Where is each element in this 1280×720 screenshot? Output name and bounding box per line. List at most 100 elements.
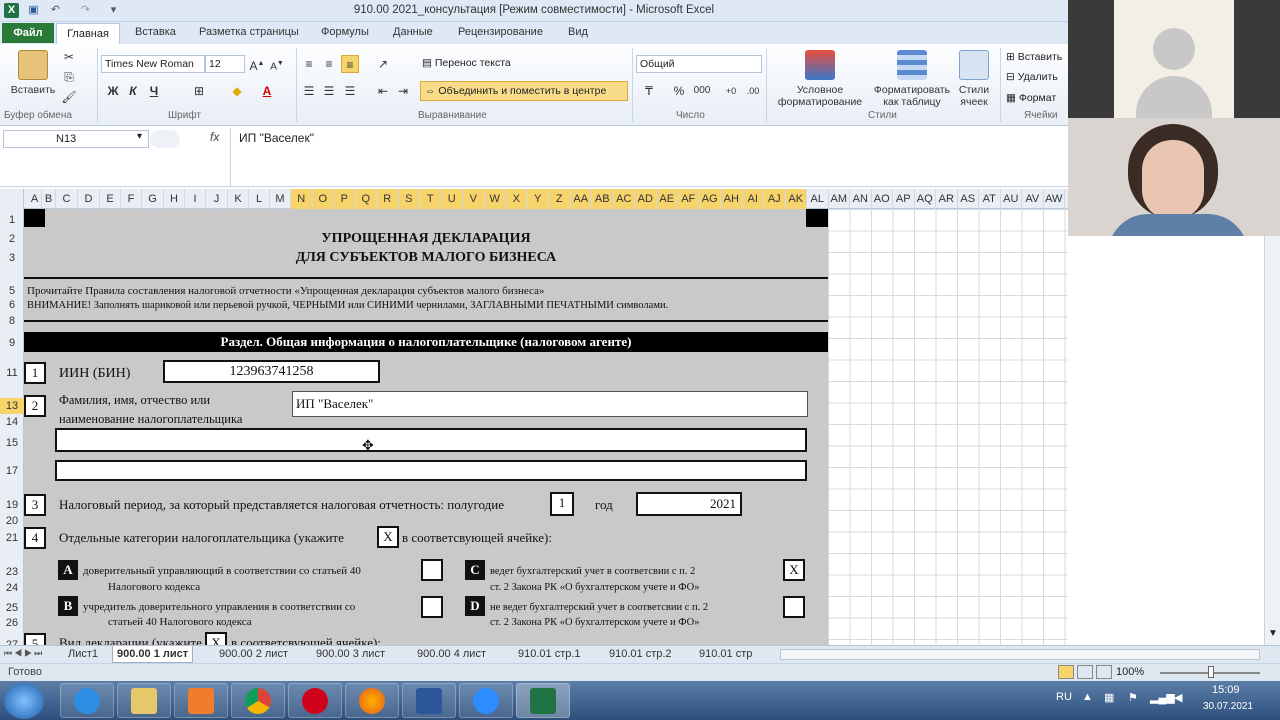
column-header[interactable]: P (334, 189, 356, 209)
insert-cells-button[interactable]: ⊞ Вставить (1006, 51, 1062, 63)
column-header[interactable]: AB (592, 189, 614, 209)
column-header[interactable]: A (28, 189, 42, 209)
vertical-scrollbar[interactable] (1264, 209, 1280, 645)
row-header[interactable]: 13 (0, 398, 24, 414)
signal-icon[interactable]: ▂▄▆ (1150, 691, 1175, 704)
row-header[interactable]: 21 (0, 530, 24, 546)
align-right-icon[interactable]: ☰ (341, 82, 359, 100)
tab-formulas[interactable]: Формулы (321, 26, 369, 38)
column-header[interactable]: AC (613, 189, 635, 209)
shrink-font-icon[interactable]: A▼ (268, 55, 286, 73)
column-header[interactable]: L (249, 189, 270, 209)
column-header[interactable]: AW (1044, 189, 1065, 209)
sheet-tab-active[interactable]: 900.00 1 лист (112, 646, 194, 663)
column-header[interactable]: D (78, 189, 100, 209)
half-year-field[interactable]: 1 (550, 492, 574, 516)
name-box[interactable]: N13 (3, 130, 149, 148)
name-box-dropdown-icon[interactable]: ▾ (137, 131, 142, 142)
category-c-checkbox[interactable]: X (783, 559, 805, 581)
column-header[interactable]: AA (570, 189, 592, 209)
insert-function-button[interactable]: fx (210, 130, 219, 144)
taxpayer-name-field[interactable]: ИП "Васелек" (292, 391, 808, 417)
sheet-tab[interactable]: 900.00 2 лист (219, 646, 288, 663)
font-size-select[interactable]: 12 (205, 55, 245, 73)
row-header[interactable]: 3 (0, 250, 24, 266)
network-icon[interactable]: ▦ (1104, 691, 1114, 704)
empty-cells-grid[interactable] (828, 209, 1068, 645)
row-header[interactable]: 8 (0, 313, 24, 329)
row-header[interactable]: 19 (0, 497, 24, 513)
page-layout-icon[interactable] (1077, 665, 1093, 679)
fill-color-icon[interactable]: ◆ (228, 82, 246, 100)
decrease-decimal-icon[interactable]: .00 (744, 82, 762, 100)
tab-home[interactable]: Главная (56, 23, 120, 45)
column-header[interactable]: E (100, 189, 121, 209)
format-cells-button[interactable]: ▦ Формат (1006, 92, 1056, 104)
column-header[interactable]: AG (699, 189, 721, 209)
select-all-corner[interactable] (0, 189, 24, 209)
align-left-icon[interactable]: ☰ (300, 82, 318, 100)
column-header[interactable]: N (291, 189, 313, 209)
zoom-level[interactable]: 100% (1116, 666, 1144, 678)
column-header[interactable]: AJ (764, 189, 786, 209)
number-format-select[interactable]: Общий (636, 55, 762, 73)
column-header[interactable]: AF (678, 189, 700, 209)
cell-styles-button[interactable]: Стили ячеек (952, 50, 996, 108)
bold-button[interactable]: Ж (104, 82, 122, 100)
row-header[interactable]: 26 (0, 615, 24, 631)
category-b-checkbox[interactable] (421, 596, 443, 618)
taskbar-media[interactable] (174, 683, 228, 718)
sheet-tab[interactable]: 900.00 4 лист (417, 646, 486, 663)
column-header[interactable]: R (377, 189, 399, 209)
font-color-icon[interactable]: A (258, 82, 276, 100)
column-header[interactable]: J (206, 189, 228, 209)
row-header[interactable]: 11 (0, 365, 24, 381)
sheet-tab[interactable]: Лист1 (68, 646, 98, 663)
clock-time[interactable]: 15:09 (1212, 684, 1240, 696)
column-header[interactable]: X (506, 189, 528, 209)
year-field[interactable]: 2021 (636, 492, 742, 516)
grow-font-icon[interactable]: A▲ (248, 55, 266, 73)
column-header[interactable]: AQ (915, 189, 936, 209)
row-header[interactable]: 1 (0, 212, 24, 228)
taskbar-chrome[interactable] (231, 683, 285, 718)
tab-review[interactable]: Рецензирование (458, 26, 543, 38)
column-header[interactable]: W (484, 189, 506, 209)
thousands-button[interactable]: 000 (690, 82, 714, 100)
column-header[interactable]: M (270, 189, 291, 209)
column-header[interactable]: AT (979, 189, 1001, 209)
scroll-down-icon[interactable]: ▼ (1268, 628, 1278, 639)
sheet-tab[interactable]: 910.01 стр (699, 646, 752, 663)
column-header[interactable]: K (228, 189, 249, 209)
iin-field[interactable]: 123963741258 (163, 360, 380, 383)
page-break-icon[interactable] (1096, 665, 1112, 679)
column-header[interactable]: AV (1022, 189, 1044, 209)
column-header[interactable]: AN (850, 189, 872, 209)
row-header[interactable]: 15 (0, 435, 24, 451)
sheet-nav-icons[interactable]: ⏮◀▶⏭ (4, 648, 44, 659)
row-header[interactable]: 6 (0, 297, 24, 313)
align-center-icon[interactable]: ☰ (320, 82, 338, 100)
taskbar-ie[interactable] (60, 683, 114, 718)
merge-center-button[interactable]: ⇔ Объединить и поместить в центре (420, 81, 628, 101)
wrap-text-button[interactable]: ▤ Перенос текста (422, 57, 511, 69)
tab-insert[interactable]: Вставка (135, 26, 176, 38)
delete-cells-button[interactable]: ⊟ Удалить (1006, 71, 1058, 83)
zoom-slider-thumb[interactable] (1208, 666, 1214, 678)
column-header[interactable]: AS (958, 189, 979, 209)
column-header[interactable]: O (312, 189, 334, 209)
row-header[interactable]: 17 (0, 463, 24, 479)
column-header[interactable]: AE (656, 189, 678, 209)
decrease-indent-icon[interactable]: ⇤ (374, 82, 392, 100)
column-header[interactable]: Z (549, 189, 571, 209)
align-bottom-icon[interactable]: ≡ (341, 55, 359, 73)
column-header[interactable]: G (142, 189, 164, 209)
sheet-tab[interactable]: 900.00 3 лист (316, 646, 385, 663)
column-header[interactable]: AU (1001, 189, 1022, 209)
column-header[interactable]: Q (355, 189, 377, 209)
row-header[interactable]: 2 (0, 231, 24, 247)
paste-button[interactable]: Вставить (6, 50, 60, 96)
increase-decimal-icon[interactable]: +0 (722, 82, 740, 100)
row-header[interactable]: 14 (0, 414, 24, 430)
normal-view-icon[interactable] (1058, 665, 1074, 679)
